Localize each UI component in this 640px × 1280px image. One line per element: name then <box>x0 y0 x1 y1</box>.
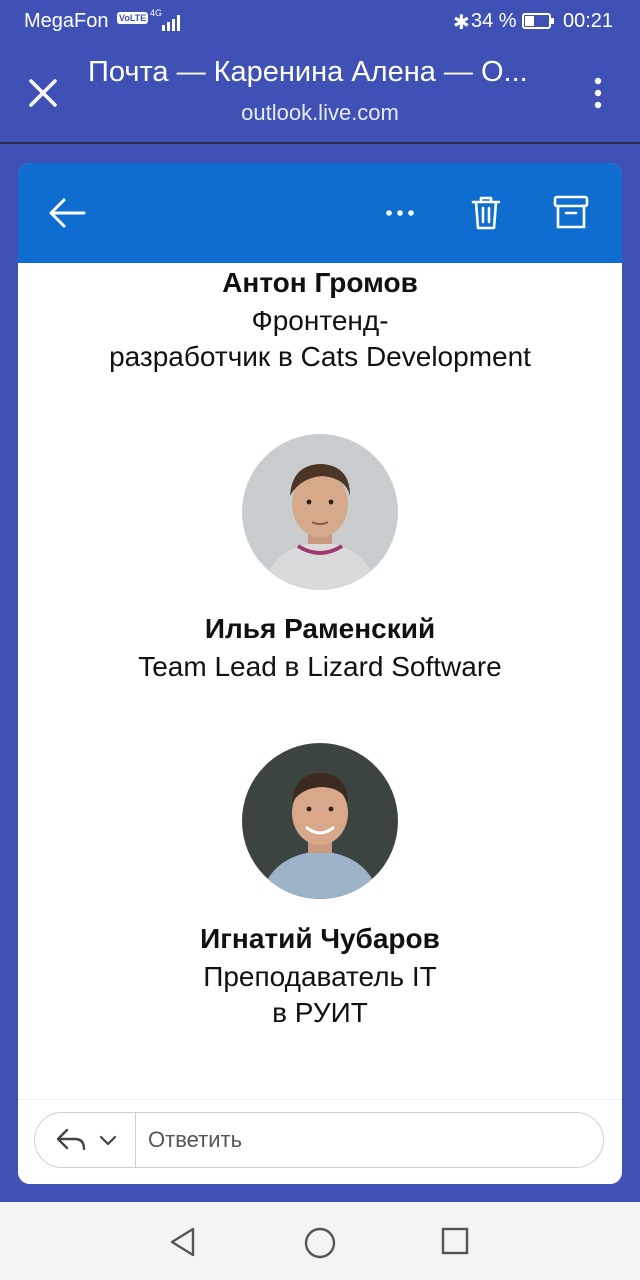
person-role-1a: Фронтенд- <box>251 305 389 336</box>
more-horizontal-icon[interactable] <box>384 203 416 223</box>
page-title: Почта — Каренина Алена — О... <box>88 56 528 88</box>
battery-percent: 34 % <box>471 10 517 32</box>
chevron-down-icon <box>99 1135 117 1146</box>
battery-icon <box>522 13 554 29</box>
person-role-1b: разработчик в Cats Development <box>109 341 531 372</box>
person-name-3: Игнатий Чубаров <box>200 923 440 954</box>
email-card: Антон Громов Фронтенд- разработчик в Cat… <box>18 163 622 1184</box>
page-url: outlook.live.com <box>241 100 399 125</box>
bluetooth-icon: ✱ <box>453 12 470 34</box>
person-name-2: Илья Раменский <box>204 613 436 644</box>
carrier-name: MegaFon <box>24 10 109 32</box>
clock: 00:21 <box>563 10 614 32</box>
avatar <box>242 743 398 899</box>
avatar <box>242 434 398 590</box>
reply-field[interactable]: Ответить <box>34 1112 604 1168</box>
person-name-1: Антон Громов <box>222 267 418 298</box>
browser-tab-bar: Почта — Каренина Алена — О... outlook.li… <box>0 44 640 144</box>
trash-icon[interactable] <box>470 195 502 231</box>
arrow-left-icon[interactable] <box>48 197 86 229</box>
reply-options-button[interactable] <box>35 1113 136 1167</box>
person-role-2: Team Lead в Lizard Software <box>138 651 502 682</box>
email-body: Антон Громов Фронтенд- разработчик в Cat… <box>18 263 622 1102</box>
network-type: 4G <box>150 8 163 18</box>
status-bar: MegaFon VoLTE 4G ✱ 34 % 00:21 <box>0 0 640 44</box>
reply-bar: Ответить <box>18 1099 622 1184</box>
signal-icon <box>162 15 180 31</box>
system-nav-bar <box>0 1202 640 1280</box>
kebab-menu-icon[interactable] <box>586 76 610 110</box>
home-circle-icon[interactable] <box>303 1226 337 1260</box>
volte-badge: VoLTE <box>117 12 149 24</box>
recents-square-icon[interactable] <box>440 1226 470 1256</box>
email-toolbar <box>18 163 622 263</box>
person-role-3a: Преподаватель IT <box>203 961 437 992</box>
archive-icon[interactable] <box>553 194 589 232</box>
reply-placeholder[interactable]: Ответить <box>148 1127 242 1153</box>
reply-icon <box>56 1128 86 1151</box>
back-triangle-icon[interactable] <box>167 1226 199 1258</box>
person-role-3b: в РУИТ <box>272 997 368 1028</box>
